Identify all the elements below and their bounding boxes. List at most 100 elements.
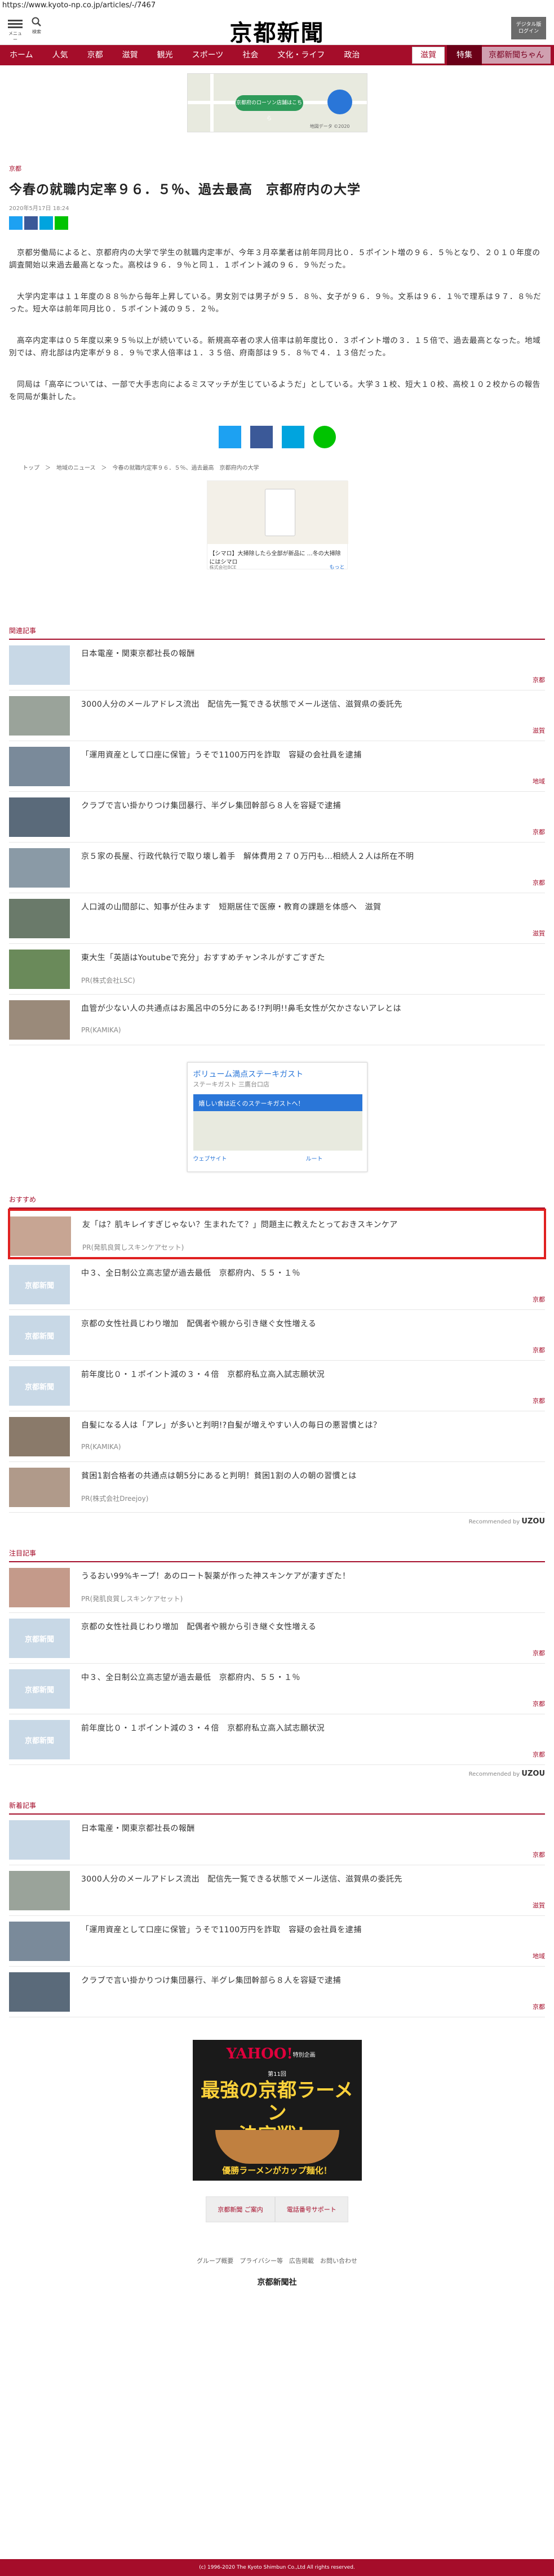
thumbnail: 京都新聞 xyxy=(9,1265,70,1304)
item-category: 京都 xyxy=(533,2003,545,2011)
thumb-logo: 京都新聞 xyxy=(24,1332,54,1341)
line-icon[interactable] xyxy=(55,216,68,230)
item-category: 滋賀 xyxy=(533,1902,545,1909)
thumbnail: 京都新聞 xyxy=(9,1366,70,1406)
url-bar[interactable]: https://www.kyoto-np.co.jp/articles/-/74… xyxy=(0,0,554,11)
twitter-icon[interactable] xyxy=(9,216,23,230)
ramen-ad[interactable]: YAHOO! 特別企画 第11回 最強の京都ラーメン 決定戦！ 優勝ラーメンがカ… xyxy=(192,2040,362,2181)
site-logo[interactable]: 京都新聞 xyxy=(0,15,554,47)
list-item[interactable]: 貧困1割合格者の共通点は朝5分にあると判明！貧困1割の人の朝の習慣とは PR(株式… xyxy=(9,1462,545,1513)
site-header: メニュー 検索 京都新聞 デジタル版 ログイン xyxy=(0,11,554,47)
thumbnail xyxy=(9,1871,70,1910)
nav-item-society[interactable]: 社会 xyxy=(233,45,268,65)
ad-brand2: 特別企画 xyxy=(292,2052,316,2058)
nav-item-politics[interactable]: 政治 xyxy=(334,45,369,65)
nav-item-culture[interactable]: 文化・ライフ xyxy=(268,45,334,65)
list-item[interactable]: 京都新聞 中３、全日制公立高志望が過去最低 京都府内、５５・１％ 京都 xyxy=(9,1664,545,1714)
line-share-icon[interactable] xyxy=(313,426,336,448)
share-large xyxy=(0,426,554,448)
hatena-icon[interactable] xyxy=(39,216,53,230)
article-category[interactable]: 京都 xyxy=(9,164,554,173)
twitter-share-icon[interactable] xyxy=(218,426,241,448)
item-category: 滋賀 xyxy=(533,727,545,734)
item-pr: PR(株式会社Dreejoy) xyxy=(81,1495,149,1503)
footer-buttons: 京都新聞 ご案内 電話番号サポート xyxy=(0,2196,554,2222)
directions-icon[interactable] xyxy=(327,90,352,114)
attention-list: うるおい99%キープ！あのロート製薬が作った神スキンケアが凄すぎた！ PR(発肌良… xyxy=(9,1562,545,1765)
list-item[interactable]: 「運用資産として口座に保管」うそで1100万円を詐取 容疑の会社員を逮捕 地域 xyxy=(9,1916,545,1967)
item-title: 京５家の長屋、行政代執行で取り壊し着手 解体費用２７０万円も…相続人２人は所在不… xyxy=(81,852,414,861)
nav-item-kyoto-chan[interactable]: 京都新聞ちゃん xyxy=(482,47,551,64)
list-item[interactable]: うるおい99%キープ！あのロート製薬が作った神スキンケアが凄すぎた！ PR(発肌良… xyxy=(9,1562,545,1613)
item-category: 京都 xyxy=(533,1347,545,1354)
support-button[interactable]: 電話番号サポート xyxy=(274,2196,348,2222)
route-button[interactable]: ルート xyxy=(306,1154,323,1162)
list-item[interactable]: クラブで言い掛かりつけ集団暴行、半グレ集団幹部ら８人を容疑で逮捕 京都 xyxy=(9,1967,545,2017)
footer-logo[interactable]: 京都新聞社 xyxy=(0,2276,554,2288)
nav-item-tourism[interactable]: 観光 xyxy=(148,45,183,65)
list-item[interactable]: 京５家の長屋、行政代執行で取り壊し着手 解体費用２７０万円も…相続人２人は所在不… xyxy=(9,843,545,893)
item-title: 貧困1割合格者の共通点は朝5分にあると判明！貧困1割の人の朝の習慣とは xyxy=(81,1472,357,1481)
nav-item-feature[interactable]: 特集 xyxy=(447,45,482,65)
list-item[interactable]: 3000人分のメールアドレス流出 配信先一覧できる状態でメール送信、滋賀県の委託… xyxy=(9,690,545,741)
list-item[interactable]: 東大生「英語はYoutubeで充分」おすすめチャンネルがすごすぎた PR(株式会社… xyxy=(9,944,545,995)
list-item[interactable]: 京都新聞 京都の女性社員じわり増加 配偶者や親から引き継ぐ女性増える 京都 xyxy=(9,1613,545,1664)
ad-more[interactable]: もっと xyxy=(329,563,344,571)
thumbnail xyxy=(10,1216,71,1256)
list-item-highlighted[interactable]: 友「は？肌キレイすぎじゃない？生まれたて？」問題主に教えたとっておきスキンケア P… xyxy=(8,1209,546,1259)
list-item[interactable]: 3000人分のメールアドレス流出 配信先一覧できる状態でメール送信、滋賀県の委託… xyxy=(9,1865,545,1916)
footer-nav[interactable]: グループ概要 プライバシー等 広告掲載 お問い合わせ xyxy=(0,2256,554,2265)
hatena-share-icon[interactable] xyxy=(281,426,304,448)
product-ad[interactable]: 【シマロ】大掃除したら全部が新品に …冬の大掃除にはシマロ 株式会社BCE もっ… xyxy=(206,480,348,571)
item-category: 京都 xyxy=(533,1650,545,1657)
nav-item-home[interactable]: ホーム xyxy=(0,45,43,65)
ad-bottom: 優勝ラーメンがカップ麺化！ xyxy=(222,2165,332,2176)
list-item[interactable]: 京都新聞 京都の女性社員じわり増加 配偶者や親から引き継ぐ女性増える 京都 xyxy=(9,1310,545,1361)
digital-login-button[interactable]: デジタル版 ログイン xyxy=(511,17,546,39)
article-title: 今春の就職内定率９６．５％、過去最高 京都府内の大学 xyxy=(9,182,361,197)
item-category: 地域 xyxy=(533,1953,545,1960)
ad-product xyxy=(264,489,295,536)
item-category: 京都 xyxy=(533,676,545,684)
item-category: 滋賀 xyxy=(533,930,545,937)
uzou-logo[interactable]: UZOU xyxy=(521,1517,545,1526)
thumbnail xyxy=(9,1468,70,1507)
nav-item-popular[interactable]: 人気 xyxy=(43,45,78,65)
facebook-share-icon[interactable] xyxy=(250,426,273,448)
thumbnail xyxy=(9,1922,70,1961)
top-map-ad[interactable]: 京都府のローソン店舗はこちら 地図データ ©2020 xyxy=(187,73,367,132)
list-item[interactable]: 日本電産・関東京都社長の報酬 京都 xyxy=(9,1815,545,1865)
list-item[interactable]: 血管が少ない人の共通点はお風呂中の5分にある!?判明!!鼻毛女性が欠かさないアレ… xyxy=(9,995,545,1045)
item-title: 中３、全日制公立高志望が過去最低 京都府内、５５・１％ xyxy=(81,1269,300,1278)
website-button[interactable]: ウェブサイト xyxy=(193,1154,227,1162)
recommended-by-label: Recommended by xyxy=(468,1771,520,1777)
article-date: 2020年5月17日 18:24 xyxy=(9,206,69,212)
nav-item-kyoto[interactable]: 京都 xyxy=(78,45,113,65)
list-item[interactable]: 京都新聞 前年度比０・１ポイント減の３・４倍 京都府私立高入試志願状況 京都 xyxy=(9,1714,545,1765)
nav-item-sports[interactable]: スポーツ xyxy=(183,45,233,65)
list-item[interactable]: 京都新聞 中３、全日制公立高志望が過去最低 京都府内、５５・１％ 京都 xyxy=(9,1259,545,1310)
list-item[interactable]: 人口減の山間部に、知事が住みます 短期居住で医療・教育の課題を体感へ 滋賀 滋賀 xyxy=(9,893,545,944)
list-item[interactable]: 「運用資産として口座に保管」うそで1100万円を詐取 容疑の会社員を逮捕 地域 xyxy=(9,741,545,792)
nav-item-shiga-special[interactable]: 滋賀 xyxy=(412,47,445,64)
nav-item-shiga[interactable]: 滋賀 xyxy=(113,45,148,65)
digital-line1: デジタル版 xyxy=(516,22,542,28)
item-title: 自髪になる人は「アレ」が多いと判明!?自髪が増えやすい人の毎日の悪習慣とは？ xyxy=(81,1421,382,1430)
thumbnail: 京都新聞 xyxy=(9,1720,70,1759)
newest-list: 日本電産・関東京都社長の報酬 京都 3000人分のメールアドレス流出 配信先一覧で… xyxy=(9,1815,545,2017)
map-ad[interactable]: ボリューム満点ステーキガスト ステーキガスト 三鷹台口店 嬉しい食は近くのステー… xyxy=(187,1062,367,1172)
breadcrumb[interactable]: トップ ＞ 地域のニュース ＞ 今春の就職内定率９６．５％、過去最高 京都府内の… xyxy=(23,463,554,471)
thumb-logo: 京都新聞 xyxy=(24,1737,54,1745)
uzou-logo[interactable]: UZOU xyxy=(521,1770,545,1778)
list-item[interactable]: クラブで言い掛かりつけ集団暴行、半グレ集団幹部ら８人を容疑で逮捕 京都 xyxy=(9,792,545,843)
list-item[interactable]: 京都新聞 前年度比０・１ポイント減の３・４倍 京都府私立高入試志願状況 京都 xyxy=(9,1361,545,1411)
ad-image xyxy=(207,481,348,544)
item-category: 京都 xyxy=(533,1851,545,1859)
item-pr: PR(発肌良質しスキンケアセット) xyxy=(81,1595,183,1603)
facebook-icon[interactable] xyxy=(24,216,38,230)
recommended-by: Recommended by UZOU xyxy=(9,1517,545,1526)
ad-store-button[interactable]: 京都府のローソン店舗はこちら xyxy=(235,95,303,122)
list-item[interactable]: 日本電産・関東京都社長の報酬 京都 xyxy=(9,640,545,690)
guide-button[interactable]: 京都新聞 ご案内 xyxy=(206,2196,275,2222)
list-item[interactable]: 自髪になる人は「アレ」が多いと判明!?自髪が増えやすい人の毎日の悪習慣とは？ PR… xyxy=(9,1411,545,1462)
